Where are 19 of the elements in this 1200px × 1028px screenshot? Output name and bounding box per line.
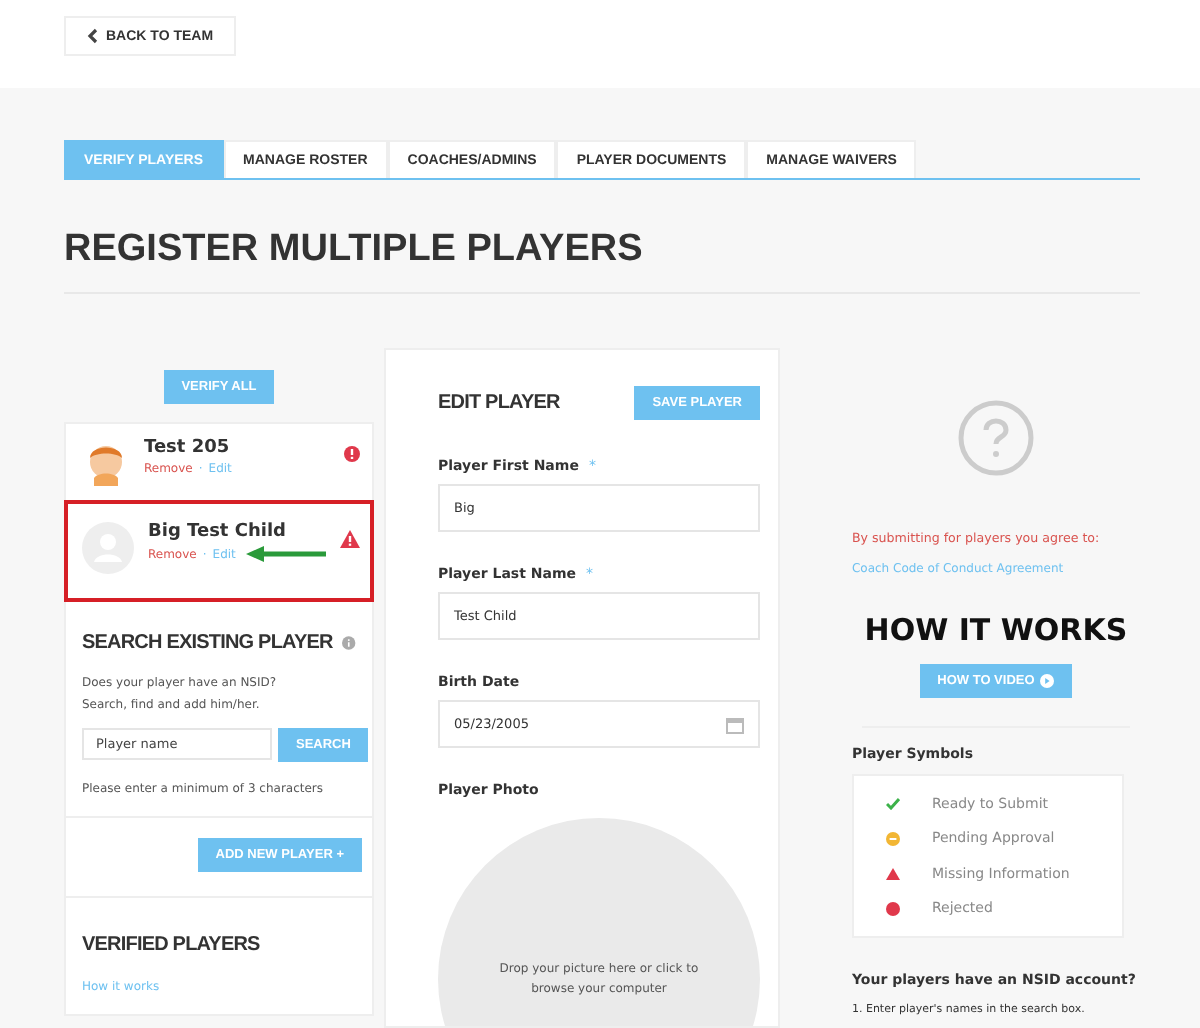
error-circle-icon: [344, 446, 360, 462]
player-name: Big Test Child: [148, 522, 288, 542]
page-title: REGISTER MULTIPLE PLAYERS: [64, 228, 1140, 294]
info-icon: [342, 634, 356, 652]
pending-circle-icon: [885, 831, 900, 846]
error-circle-icon: [885, 901, 900, 916]
chevron-left-icon: [86, 28, 98, 44]
calendar-icon: [726, 715, 744, 733]
how-it-works-title: HOW IT WORKS: [864, 612, 1128, 648]
warning-triangle-icon: [340, 530, 360, 548]
panel-title: EDIT PLAYER: [438, 392, 560, 414]
play-circle-icon: [1040, 674, 1055, 688]
section-title: SEARCH EXISTING PLAYER: [82, 632, 333, 654]
check-icon: [885, 797, 900, 810]
question-circle-icon: [957, 400, 1034, 476]
arrow-icon: [245, 546, 326, 562]
player-name: Test 205: [144, 438, 232, 458]
section-title: VERIFIED PLAYERS: [82, 934, 262, 956]
warning-triangle-icon: [885, 867, 900, 880]
